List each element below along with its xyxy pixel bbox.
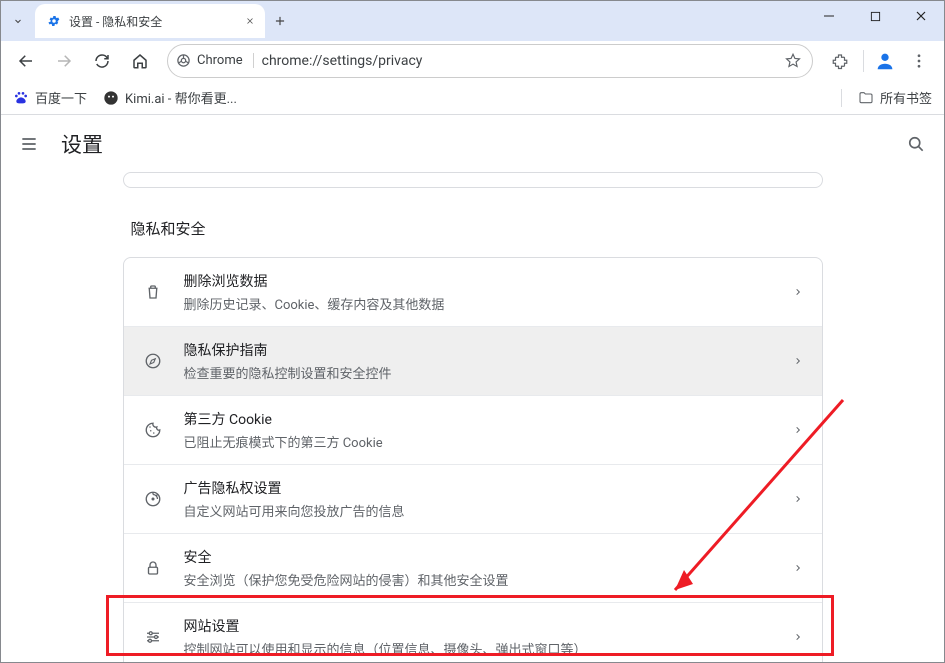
lock-icon xyxy=(142,559,164,577)
row-privacy-guide[interactable]: 隐私保护指南 检查重要的隐私控制设置和安全控件 xyxy=(124,326,822,395)
plus-icon xyxy=(273,14,287,28)
row-title: 网站设置 xyxy=(184,616,774,636)
bookmark-item-baidu[interactable]: 百度一下 xyxy=(13,88,87,107)
row-subtitle: 检查重要的隐私控制设置和安全控件 xyxy=(184,363,774,382)
row-security[interactable]: 安全 安全浏览（保护您免受危险网站的侵害）和其他安全设置 xyxy=(124,533,822,602)
sliders-icon xyxy=(142,628,164,646)
browser-tab[interactable]: 设置 - 隐私和安全 xyxy=(35,4,265,38)
url-text: chrome://settings/privacy xyxy=(262,53,776,69)
settings-menu-button[interactable] xyxy=(17,132,41,156)
tab-close-button[interactable] xyxy=(245,16,255,26)
minimize-icon xyxy=(823,10,835,22)
row-title: 隐私保护指南 xyxy=(184,340,774,360)
toolbar-divider xyxy=(863,50,864,72)
kebab-icon xyxy=(910,52,928,70)
partial-card-above xyxy=(123,172,823,188)
cookie-icon xyxy=(142,421,164,439)
settings-content[interactable]: 隐私和安全 删除浏览数据 删除历史记录、Cookie、缓存内容及其他数据 xyxy=(1,172,944,662)
gear-icon xyxy=(47,14,61,28)
reload-button[interactable] xyxy=(85,44,119,78)
extensions-button[interactable] xyxy=(823,44,857,78)
row-title: 广告隐私权设置 xyxy=(184,478,774,498)
bookmark-star-button[interactable] xyxy=(784,52,802,70)
browser-window: 设置 - 隐私和安全 xyxy=(0,0,945,663)
tab-search-button[interactable] xyxy=(1,1,35,41)
row-subtitle: 删除历史记录、Cookie、缓存内容及其他数据 xyxy=(184,294,774,313)
hamburger-icon xyxy=(19,134,39,154)
chevron-right-icon xyxy=(794,493,802,505)
window-controls xyxy=(806,1,944,41)
content-wrap: 隐私和安全 删除浏览数据 删除历史记录、Cookie、缓存内容及其他数据 xyxy=(1,172,944,662)
address-bar[interactable]: Chrome chrome://settings/privacy xyxy=(167,44,813,78)
forward-button[interactable] xyxy=(47,44,81,78)
minimize-button[interactable] xyxy=(806,1,852,31)
row-site-settings[interactable]: 网站设置 控制网站可以使用和显示的信息（位置信息、摄像头、弹出式窗口等） xyxy=(124,602,822,662)
scheme-label: Chrome xyxy=(197,53,243,68)
settings-search-button[interactable] xyxy=(904,132,928,156)
row-third-party-cookies[interactable]: 第三方 Cookie 已阻止无痕模式下的第三方 Cookie xyxy=(124,395,822,464)
trash-icon xyxy=(142,283,164,301)
all-bookmarks-button[interactable]: 所有书签 xyxy=(858,88,932,107)
chevron-right-icon xyxy=(794,631,802,643)
all-bookmarks-label: 所有书签 xyxy=(880,88,932,107)
back-button[interactable] xyxy=(9,44,43,78)
paw-icon xyxy=(13,90,29,106)
section-title: 隐私和安全 xyxy=(131,218,823,239)
bookmark-item-kimi[interactable]: Kimi.ai - 帮你看更... xyxy=(103,88,237,107)
extension-icon xyxy=(831,52,849,70)
page-header: 设置 xyxy=(1,115,944,172)
bookmark-label: 百度一下 xyxy=(35,88,87,107)
chevron-down-icon xyxy=(12,15,24,27)
maximize-icon xyxy=(870,11,881,22)
reload-icon xyxy=(93,52,111,70)
bookmark-separator xyxy=(841,89,842,107)
page-title: 设置 xyxy=(61,129,103,159)
row-subtitle: 安全浏览（保护您免受危险网站的侵害）和其他安全设置 xyxy=(184,570,774,589)
arrow-left-icon xyxy=(17,52,35,70)
avatar-icon xyxy=(103,90,119,106)
menu-button[interactable] xyxy=(902,44,936,78)
row-subtitle: 自定义网站可用来向您投放广告的信息 xyxy=(184,501,774,520)
window-titlebar: 设置 - 隐私和安全 xyxy=(1,1,944,41)
search-icon xyxy=(906,134,926,154)
row-subtitle: 已阻止无痕模式下的第三方 Cookie xyxy=(184,432,774,451)
browser-toolbar: Chrome chrome://settings/privacy xyxy=(1,41,944,81)
row-title: 安全 xyxy=(184,547,774,567)
row-title: 删除浏览数据 xyxy=(184,271,774,291)
tab-title: 设置 - 隐私和安全 xyxy=(69,13,237,30)
chevron-right-icon xyxy=(794,286,802,298)
row-clear-browsing-data[interactable]: 删除浏览数据 删除历史记录、Cookie、缓存内容及其他数据 xyxy=(124,258,822,326)
chrome-logo-icon xyxy=(176,53,191,68)
bookmark-label: Kimi.ai - 帮你看更... xyxy=(125,88,237,107)
toolbar-right xyxy=(823,44,936,78)
row-ad-privacy[interactable]: 广告隐私权设置 自定义网站可用来向您投放广告的信息 xyxy=(124,464,822,533)
privacy-card: 删除浏览数据 删除历史记录、Cookie、缓存内容及其他数据 隐私保护指南 xyxy=(123,257,823,662)
profile-icon xyxy=(874,50,896,72)
content-inner: 隐私和安全 删除浏览数据 删除历史记录、Cookie、缓存内容及其他数据 xyxy=(123,172,823,662)
arrow-right-icon xyxy=(55,52,73,70)
home-button[interactable] xyxy=(123,44,157,78)
close-icon xyxy=(915,10,927,22)
maximize-button[interactable] xyxy=(852,1,898,31)
compass-icon xyxy=(142,352,164,370)
new-tab-button[interactable] xyxy=(265,4,295,38)
home-icon xyxy=(131,52,149,70)
profile-button[interactable] xyxy=(870,46,900,76)
close-icon xyxy=(245,16,255,26)
star-icon xyxy=(784,52,802,70)
bookmarks-bar: 百度一下 Kimi.ai - 帮你看更... 所有书签 xyxy=(1,81,944,115)
row-subtitle: 控制网站可以使用和显示的信息（位置信息、摄像头、弹出式窗口等） xyxy=(184,639,774,658)
site-info[interactable]: Chrome xyxy=(176,53,254,68)
chevron-right-icon xyxy=(794,562,802,574)
ad-target-icon xyxy=(142,490,164,508)
folder-icon xyxy=(858,90,874,106)
close-window-button[interactable] xyxy=(898,1,944,31)
row-title: 第三方 Cookie xyxy=(184,409,774,429)
chevron-right-icon xyxy=(794,424,802,436)
chevron-right-icon xyxy=(794,355,802,367)
tab-strip: 设置 - 隐私和安全 xyxy=(1,1,295,41)
